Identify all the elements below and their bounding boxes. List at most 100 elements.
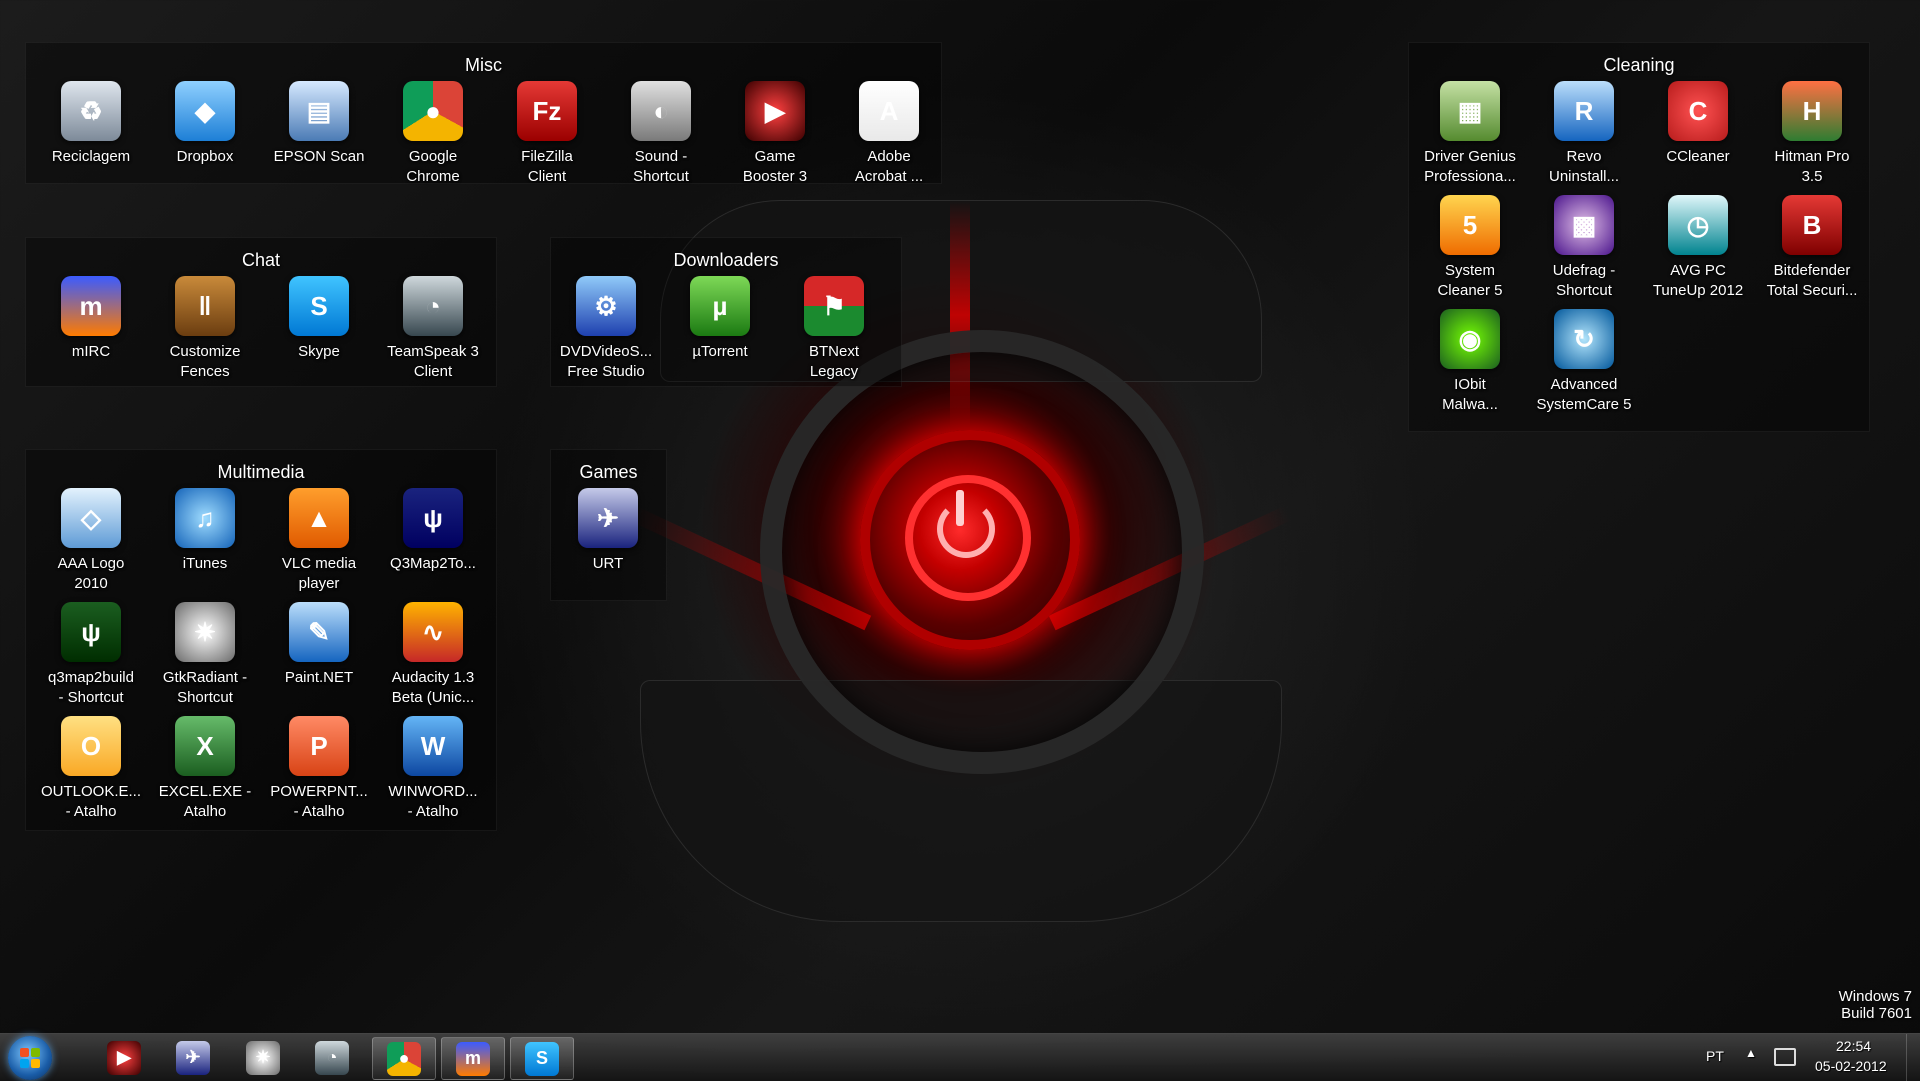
shortcut-label: IObit Malwa...	[1442, 376, 1498, 413]
shortcut-label: BTNext Legacy	[808, 343, 859, 380]
clock-date[interactable]: 05-02-2012	[1815, 1058, 1887, 1074]
fence-games[interactable]: Games ✈ URT	[550, 449, 667, 601]
desktop-shortcut[interactable]: ▦ Driver Genius Professiona...	[1415, 81, 1525, 187]
outlook-icon: O	[61, 716, 121, 776]
desktop-shortcut[interactable]: ∿ Audacity 1.3 Beta (Unic...	[378, 602, 488, 708]
desktop-shortcut[interactable]: ▤ EPSON Scan	[264, 81, 374, 167]
desktop-shortcut[interactable]: ⚙ DVDVideoS... Free Studio	[551, 276, 661, 382]
speaker-icon: ◐	[631, 81, 691, 141]
shortcut-label: µTorrent	[692, 343, 748, 360]
desktop-shortcut[interactable]: B Bitdefender Total Securi...	[1757, 195, 1867, 301]
desktop-shortcut[interactable]: ▶ Game Booster 3	[720, 81, 830, 187]
shortcut-label: CCleaner	[1666, 148, 1730, 165]
shortcut-label: iTunes	[182, 555, 228, 572]
teamspeak-icon: ◔	[403, 276, 463, 336]
desktop-shortcut[interactable]: ψ q3map2build - Shortcut	[36, 602, 146, 708]
desktop-shortcut[interactable]: ◐ Sound - Shortcut	[606, 81, 716, 187]
desktop-shortcut[interactable]: C CCleaner	[1643, 81, 1753, 167]
language-indicator[interactable]: PT	[1706, 1048, 1724, 1064]
driver-genius-icon: ▦	[1440, 81, 1500, 141]
desktop-shortcut[interactable]: ◇ AAA Logo 2010	[36, 488, 146, 594]
desktop-shortcut[interactable]: µ µTorrent	[665, 276, 775, 362]
up-arrow-icon[interactable]: ▲	[1745, 1046, 1757, 1060]
recycle-bin-icon: ♻	[61, 81, 121, 141]
windows-start-orb-icon[interactable]	[8, 1036, 52, 1080]
desktop-shortcut[interactable]: ✎ Paint.NET	[264, 602, 374, 688]
skype-icon: S	[289, 276, 349, 336]
desktop-shortcut[interactable]: X EXCEL.EXE - Atalho	[150, 716, 260, 822]
taskbar-button-gtkradiant[interactable]: ✷	[232, 1037, 294, 1078]
taskbar: ▶ ✈ ✷ ◔ ● m S PT ▲ 22:54 05-02-2012	[0, 1033, 1920, 1081]
shortcut-label: Bitdefender Total Securi...	[1766, 262, 1858, 299]
desktop-shortcut[interactable]: 5 System Cleaner 5	[1415, 195, 1525, 301]
shortcut-label: AAA Logo 2010	[57, 555, 125, 592]
network-icon[interactable]	[1774, 1048, 1796, 1066]
desktop-shortcut[interactable]: R Revo Uninstall...	[1529, 81, 1639, 187]
show-desktop-button[interactable]	[1906, 1034, 1920, 1081]
fence-misc[interactable]: Misc ♻ Reciclagem ◆ Dropbox ▤ EPSON Scan ● Goog…	[25, 42, 944, 187]
bitdefender-icon: B	[1782, 195, 1842, 255]
shortcut-label: POWERPNT... - Atalho	[270, 783, 368, 820]
utorrent-icon: µ	[690, 276, 750, 336]
desktop-shortcut[interactable]: A Adobe Acrobat ...	[834, 81, 944, 187]
shortcut-label: Paint.NET	[284, 669, 354, 686]
game-booster-icon: ▶	[745, 81, 805, 141]
desktop-shortcut[interactable]: S Skype	[264, 276, 374, 362]
word-icon: W	[403, 716, 463, 776]
desktop-shortcut[interactable]: ↻ Advanced SystemCare 5	[1529, 309, 1639, 415]
desktop-shortcut[interactable]: O OUTLOOK.E... - Atalho	[36, 716, 146, 822]
taskbar-button-teamspeak[interactable]: ◔	[301, 1037, 363, 1078]
taskbar-button-chrome[interactable]: ●	[372, 1037, 436, 1080]
desktop-shortcut[interactable]: P POWERPNT... - Atalho	[264, 716, 374, 822]
desktop-shortcut[interactable]: ψ Q3Map2To...	[378, 488, 488, 574]
urban-terror-icon: ✈	[176, 1040, 210, 1075]
gtkradiant-icon: ✷	[175, 602, 235, 662]
desktop-shortcut[interactable]: ♻ Reciclagem	[36, 81, 146, 167]
desktop-shortcut[interactable]: H Hitman Pro 3.5	[1757, 81, 1867, 187]
shortcut-label: Adobe Acrobat ...	[854, 148, 924, 185]
desktop-shortcut[interactable]: ⚑ BTNext Legacy	[779, 276, 889, 382]
taskbar-button-mirc[interactable]: m	[441, 1037, 505, 1080]
shortcut-label: OUTLOOK.E... - Atalho	[40, 783, 142, 820]
clock-time[interactable]: 22:54	[1836, 1038, 1871, 1054]
q3map2build-icon: ψ	[61, 602, 121, 662]
shortcut-label: Google Chrome	[406, 148, 460, 185]
wallpaper-power-bar	[956, 490, 964, 526]
desktop-shortcut[interactable]: ● Google Chrome	[378, 81, 488, 187]
fences-icon: ‖	[175, 276, 235, 336]
excel-icon: X	[175, 716, 235, 776]
windows-logo-icon	[20, 1048, 40, 1068]
desktop-shortcut[interactable]: Fz FileZilla Client	[492, 81, 602, 187]
shortcut-label: Skype	[298, 343, 340, 360]
windows-build-watermark: Windows 7 Build 7601	[1839, 988, 1912, 1022]
hitmanpro-icon: H	[1782, 81, 1842, 141]
desktop-shortcut[interactable]: ‖ Customize Fences	[150, 276, 260, 382]
desktop-shortcut[interactable]: ◔ TeamSpeak 3 Client	[378, 276, 488, 382]
shortcut-label: Sound - Shortcut	[633, 148, 689, 185]
desktop-shortcut[interactable]: ▲ VLC media player	[264, 488, 374, 594]
taskbar-button-skype[interactable]: S	[510, 1037, 574, 1080]
desktop-shortcut[interactable]: W WINWORD... - Atalho	[378, 716, 488, 822]
taskbar-button-game-booster[interactable]: ▶	[93, 1037, 155, 1078]
desktop-shortcut[interactable]: ✷ GtkRadiant - Shortcut	[150, 602, 260, 708]
fence-downloaders[interactable]: Downloaders ⚙ DVDVideoS... Free Studio µ µT…	[550, 237, 902, 387]
desktop-shortcut[interactable]: ♫ iTunes	[150, 488, 260, 574]
vlc-icon: ▲	[289, 488, 349, 548]
desktop-shortcut[interactable]: ◆ Dropbox	[150, 81, 260, 167]
game-booster-icon: ▶	[107, 1040, 141, 1075]
desktop-shortcut[interactable]: ◉ IObit Malwa...	[1415, 309, 1525, 415]
desktop-shortcut[interactable]: m mIRC	[36, 276, 146, 362]
desktop-shortcut[interactable]: ✈ URT	[553, 488, 663, 574]
fence-multimedia[interactable]: Multimedia ◇ AAA Logo 2010 ♫ iTunes ▲ VLC med…	[25, 449, 497, 831]
shortcut-label: Udefrag - Shortcut	[1552, 262, 1616, 299]
fence-cleaning[interactable]: Cleaning ▦ Driver Genius Professiona... R R…	[1408, 42, 1870, 432]
fence-chat[interactable]: Chat m mIRC ‖ Customize Fences S Skype ◔ TeamSp…	[25, 237, 497, 387]
shortcut-label: WINWORD... - Atalho	[388, 783, 478, 820]
desktop-shortcut[interactable]: ▩ Udefrag - Shortcut	[1529, 195, 1639, 301]
acrobat-icon: A	[859, 81, 919, 141]
shortcut-label: Reciclagem	[51, 148, 131, 165]
desktop-shortcut[interactable]: ◷ AVG PC TuneUp 2012	[1643, 195, 1753, 301]
taskbar-button-urban-terror[interactable]: ✈	[162, 1037, 224, 1078]
powerpoint-icon: P	[289, 716, 349, 776]
fence-title: Games	[579, 462, 638, 482]
